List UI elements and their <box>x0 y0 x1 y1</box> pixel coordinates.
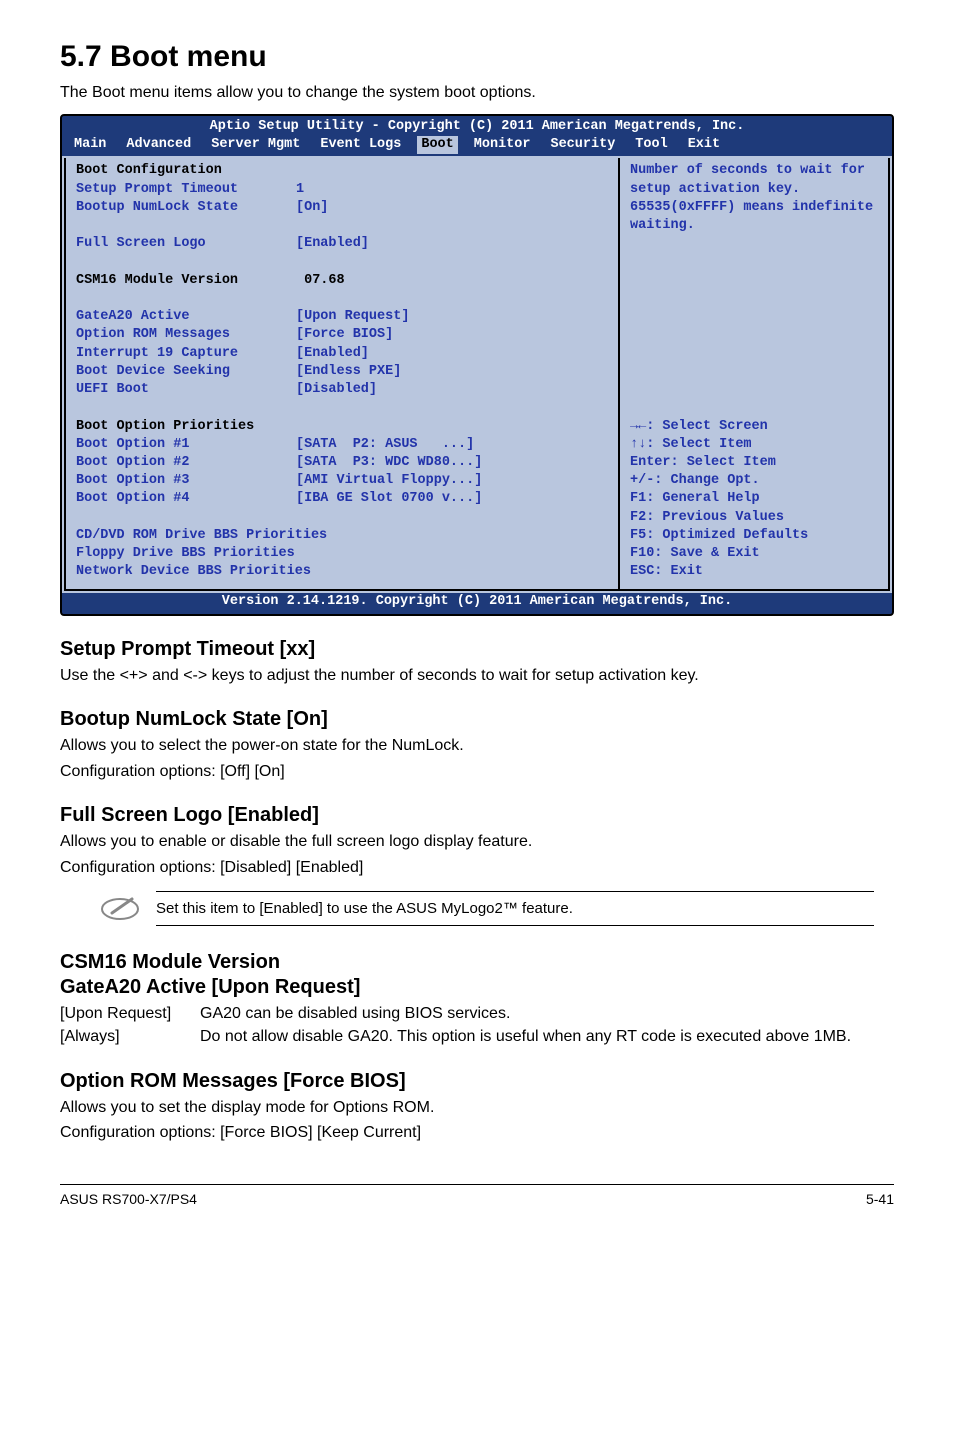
bios-tab-tool[interactable]: Tool <box>631 136 671 154</box>
body-text: Allows you to set the display mode for O… <box>60 1097 894 1119</box>
bios-row-label[interactable]: CD/DVD ROM Drive BBS Priorities <box>76 527 608 545</box>
bios-row-value[interactable]: [SATA P2: ASUS ...] <box>296 436 608 454</box>
intro-text: The Boot menu items allow you to change … <box>60 84 894 102</box>
bios-row-value[interactable]: [AMI Virtual Floppy...] <box>296 472 608 490</box>
bios-tab-event-logs[interactable]: Event Logs <box>316 136 405 154</box>
bios-row-label[interactable]: Boot Option #3 <box>76 472 296 490</box>
bios-tab-boot[interactable]: Boot <box>417 136 457 154</box>
bios-priorities-header: Boot Option Priorities <box>76 418 608 436</box>
bios-row-value[interactable]: [On] <box>296 199 608 217</box>
bios-row-value[interactable]: [Force BIOS] <box>296 326 608 344</box>
bios-row-value[interactable]: 1 <box>296 181 608 199</box>
subhead-numlock: Bootup NumLock State [On] <box>60 708 894 731</box>
bios-row-label[interactable]: Boot Option #4 <box>76 490 296 508</box>
bios-nav-hint: F10: Save & Exit <box>630 545 878 563</box>
bios-tab-exit[interactable]: Exit <box>684 136 724 154</box>
bios-row-value[interactable]: [IBA GE Slot 0700 v...] <box>296 490 608 508</box>
footer-product: ASUS RS700-X7/PS4 <box>60 1191 197 1207</box>
bios-row-label[interactable]: Boot Device Seeking <box>76 363 296 381</box>
bios-title: Aptio Setup Utility - Copyright (C) 2011… <box>62 116 892 136</box>
bios-row-label[interactable]: Bootup NumLock State <box>76 199 296 217</box>
subhead-setup-prompt: Setup Prompt Timeout [xx] <box>60 638 894 661</box>
footer-page-number: 5-41 <box>866 1191 894 1207</box>
body-text: Allows you to enable or disable the full… <box>60 831 894 853</box>
subhead-gatea20: GateA20 Active [Upon Request] <box>60 976 894 999</box>
bios-nav-hint: F1: General Help <box>630 490 878 508</box>
body-text: Configuration options: [Force BIOS] [Kee… <box>60 1122 894 1144</box>
bios-row-label[interactable]: Option ROM Messages <box>76 326 296 344</box>
def-desc: GA20 can be disabled using BIOS services… <box>200 1003 894 1025</box>
bios-help-text: Number of seconds to wait for setup acti… <box>630 162 878 235</box>
bios-row-value[interactable]: [Upon Request] <box>296 308 608 326</box>
bios-tab-security[interactable]: Security <box>546 136 619 154</box>
bios-row-label[interactable]: Full Screen Logo <box>76 235 296 253</box>
bios-help-pane: Number of seconds to wait for setup acti… <box>620 158 890 591</box>
bios-nav-hint: ESC: Exit <box>630 563 878 581</box>
bios-version-line: Version 2.14.1219. Copyright (C) 2011 Am… <box>62 593 892 613</box>
bios-tab-monitor[interactable]: Monitor <box>470 136 535 154</box>
body-text: Configuration options: [Disabled] [Enabl… <box>60 857 894 879</box>
bios-row-label[interactable]: UEFI Boot <box>76 381 296 399</box>
bios-row-label[interactable]: Boot Option #1 <box>76 436 296 454</box>
bios-nav-hint: →←: Select Screen <box>630 418 878 436</box>
subhead-option-rom: Option ROM Messages [Force BIOS] <box>60 1070 894 1093</box>
bios-nav-hint: +/-: Change Opt. <box>630 472 878 490</box>
bios-tab-advanced[interactable]: Advanced <box>122 136 195 154</box>
section-heading: 5.7 Boot menu <box>60 40 894 74</box>
bios-row-label[interactable]: Interrupt 19 Capture <box>76 345 296 363</box>
bios-row-label[interactable]: Floppy Drive BBS Priorities <box>76 545 608 563</box>
bios-nav-hint: F5: Optimized Defaults <box>630 527 878 545</box>
bios-row-value[interactable]: [Endless PXE] <box>296 363 608 381</box>
bios-screenshot: Aptio Setup Utility - Copyright (C) 2011… <box>60 114 894 616</box>
bios-row-label[interactable]: Setup Prompt Timeout <box>76 181 296 199</box>
bios-row-value[interactable]: [SATA P3: WDC WD80...] <box>296 454 608 472</box>
bios-nav-hint: ↑↓: Select Item <box>630 436 878 454</box>
body-text: Use the <+> and <-> keys to adjust the n… <box>60 665 894 687</box>
bios-row-label: CSM16 Module Version <box>76 272 296 290</box>
subhead-full-screen-logo: Full Screen Logo [Enabled] <box>60 804 894 827</box>
note-block: Set this item to [Enabled] to use the AS… <box>100 889 894 929</box>
bios-tab-server-mgmt[interactable]: Server Mgmt <box>207 136 304 154</box>
bios-row-value[interactable]: [Enabled] <box>296 345 608 363</box>
body-text: Allows you to select the power-on state … <box>60 735 894 757</box>
bios-nav-hint: F2: Previous Values <box>630 509 878 527</box>
bios-left-pane: Boot Configuration Setup Prompt Timeout1… <box>64 158 620 591</box>
note-text: Set this item to [Enabled] to use the AS… <box>156 891 874 926</box>
bios-nav-hint: Enter: Select Item <box>630 454 878 472</box>
note-icon <box>100 889 140 929</box>
bios-row-label[interactable]: Network Device BBS Priorities <box>76 563 608 581</box>
def-desc: Do not allow disable GA20. This option i… <box>200 1026 894 1048</box>
def-term: [Always] <box>60 1026 200 1048</box>
bios-tab-main[interactable]: Main <box>70 136 110 154</box>
bios-menu-bar: Main Advanced Server Mgmt Event Logs Boo… <box>62 136 892 156</box>
bios-row-label[interactable]: Boot Option #2 <box>76 454 296 472</box>
bios-row-value[interactable]: [Disabled] <box>296 381 608 399</box>
bios-config-header: Boot Configuration <box>76 162 608 180</box>
bios-row-value: 07.68 <box>296 272 608 290</box>
body-text: Configuration options: [Off] [On] <box>60 761 894 783</box>
subhead-csm16: CSM16 Module Version <box>60 951 894 974</box>
bios-row-value[interactable]: [Enabled] <box>296 235 608 253</box>
bios-row-label[interactable]: GateA20 Active <box>76 308 296 326</box>
def-term: [Upon Request] <box>60 1003 200 1025</box>
page-footer: ASUS RS700-X7/PS4 5-41 <box>60 1184 894 1207</box>
